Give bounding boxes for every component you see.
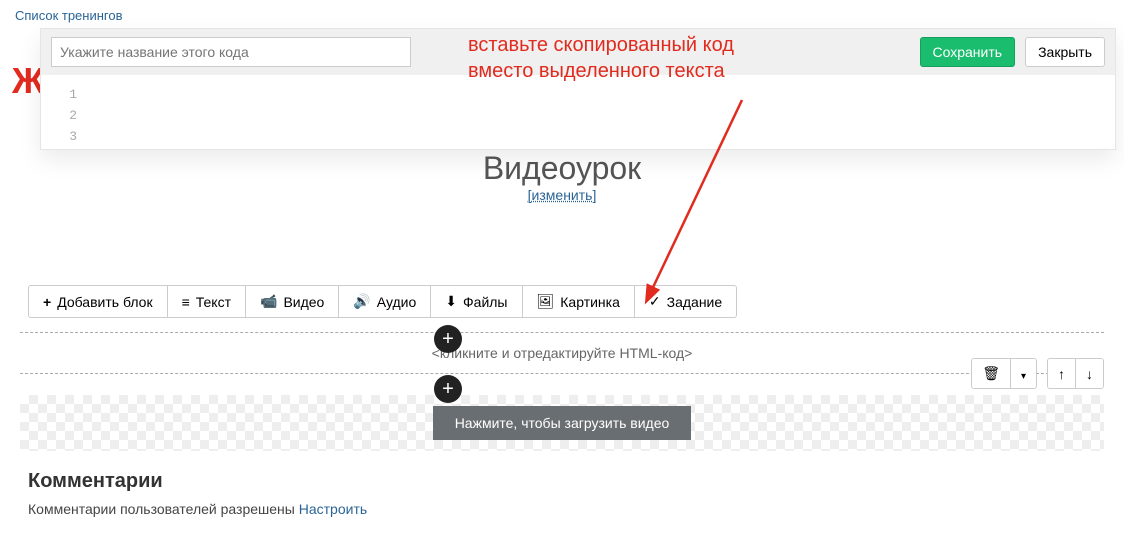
- delete-block-button[interactable]: 🗑: [972, 359, 1010, 388]
- block-controls: 🗑 ▾ ↑ ↓: [971, 358, 1104, 389]
- check-icon: ✓: [649, 293, 661, 310]
- video-block: Нажмите, чтобы загрузить видео: [20, 395, 1104, 451]
- move-up-button[interactable]: ↑: [1048, 359, 1075, 388]
- save-button[interactable]: Сохранить: [920, 37, 1016, 67]
- lesson-title: Видеоурок: [20, 150, 1104, 187]
- annotation-line-1: вставьте скопированный код: [468, 32, 888, 58]
- text-block-button[interactable]: ≡ Текст: [167, 285, 246, 318]
- lesson-edit-link[interactable]: [изменить]: [528, 187, 597, 203]
- html-block-placeholder[interactable]: <кликните и отредактируйте HTML-код>: [20, 332, 1104, 374]
- code-line-2: <div class="container text-center">&lt;к…: [85, 147, 1093, 149]
- breadcrumb: Список тренингов: [0, 0, 1124, 31]
- code-name-input[interactable]: [51, 37, 411, 67]
- camera-icon: 📹: [260, 293, 277, 310]
- line-number: 1: [53, 85, 77, 106]
- add-between-button-1[interactable]: +: [434, 325, 462, 353]
- html-placeholder-text: <кликните и отредактируйте HTML-код>: [432, 345, 693, 361]
- volume-icon: 🔊: [353, 293, 370, 310]
- add-block-label: Добавить блок: [57, 294, 152, 310]
- comments-configure-link[interactable]: Настроить: [299, 501, 367, 517]
- breadcrumb-trainings-link[interactable]: Список тренингов: [15, 8, 123, 23]
- lesson-block: Видеоурок [изменить]: [20, 150, 1104, 203]
- comments-title: Комментарии: [28, 470, 367, 493]
- line-number-gutter: 1 2 3: [53, 85, 85, 149]
- video-label: Видео: [283, 294, 324, 310]
- list-icon: ≡: [182, 294, 190, 310]
- video-block-button[interactable]: 📹 Видео: [245, 285, 339, 318]
- code-content[interactable]: <div class="container text-center">&lt;к…: [85, 85, 1103, 149]
- add-between-button-2[interactable]: +: [434, 375, 462, 403]
- close-button[interactable]: Закрыть: [1025, 37, 1105, 67]
- image-block-button[interactable]: 🖼 Картинка: [522, 285, 635, 318]
- task-block-button[interactable]: ✓ Задание: [634, 285, 737, 318]
- download-icon: ⬇: [445, 293, 457, 310]
- annotation-text: вставьте скопированный код вместо выделе…: [468, 32, 888, 84]
- block-menu-caret[interactable]: ▾: [1010, 359, 1036, 388]
- line-number: 3: [53, 127, 77, 148]
- files-block-button[interactable]: ⬇ Файлы: [430, 285, 522, 318]
- picture-icon: 🖼: [537, 293, 555, 310]
- comments-sub-text: Комментарии пользователей разрешены: [28, 501, 299, 517]
- block-toolbar: + Добавить блок ≡ Текст 📹 Видео 🔊 Аудио …: [28, 285, 737, 318]
- files-label: Файлы: [463, 294, 507, 310]
- upload-video-button[interactable]: Нажмите, чтобы загрузить видео: [433, 406, 692, 440]
- comments-section: Комментарии Комментарии пользователей ра…: [28, 470, 367, 517]
- image-label: Картинка: [560, 294, 620, 310]
- code-line-1: [85, 106, 1093, 127]
- line-number: 2: [53, 106, 77, 127]
- text-label: Текст: [196, 294, 231, 310]
- audio-block-button[interactable]: 🔊 Аудио: [338, 285, 431, 318]
- move-down-button[interactable]: ↓: [1075, 359, 1103, 388]
- comments-subtitle: Комментарии пользователей разрешены Наст…: [28, 501, 367, 517]
- plus-icon: +: [43, 294, 51, 310]
- audio-label: Аудио: [377, 294, 417, 310]
- caret-down-icon: ▾: [1021, 371, 1026, 382]
- task-label: Задание: [667, 294, 723, 310]
- add-block-button[interactable]: + Добавить блок: [28, 285, 168, 318]
- code-editor[interactable]: 1 2 3 <div class="container text-center"…: [53, 85, 1103, 149]
- annotation-line-2: вместо выделенного текста: [468, 58, 888, 84]
